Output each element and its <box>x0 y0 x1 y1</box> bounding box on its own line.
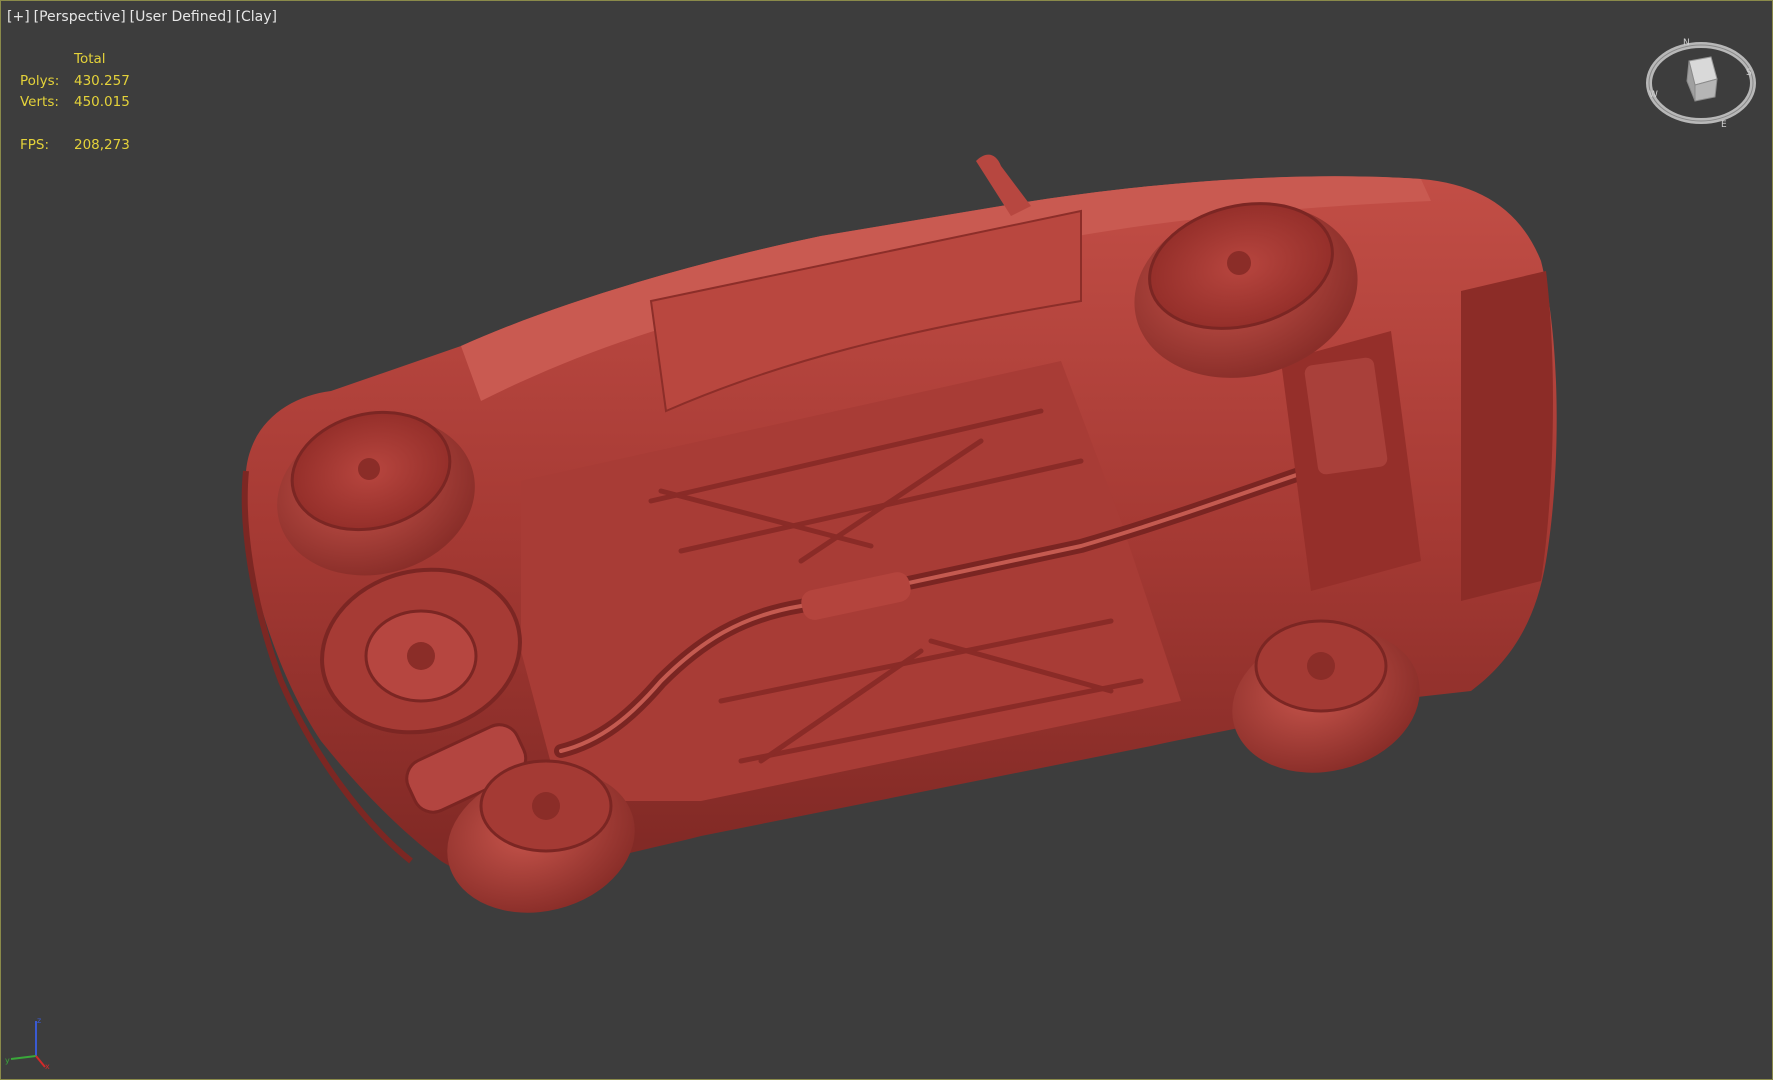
viewcube[interactable]: N S E W <box>1641 31 1761 131</box>
svg-text:x: x <box>45 1062 50 1071</box>
viewcube-compass-s: S <box>1746 68 1752 78</box>
perspective-viewport[interactable]: [+] [Perspective] [User Defined] [Clay] … <box>0 0 1773 1080</box>
x-axis-line <box>35 1055 46 1068</box>
viewcube-compass-w: W <box>1649 90 1658 100</box>
svg-text:y: y <box>5 1056 10 1065</box>
y-axis-line <box>10 1055 37 1060</box>
viewcube-cube <box>1686 56 1718 102</box>
viewcube-compass-e: E <box>1721 120 1727 130</box>
axis-tripod-icon: z y x <box>5 1016 50 1071</box>
viewcube-compass-n: N <box>1683 38 1690 48</box>
car-model[interactable] <box>1 1 1772 1079</box>
svg-text:z: z <box>37 1016 41 1025</box>
